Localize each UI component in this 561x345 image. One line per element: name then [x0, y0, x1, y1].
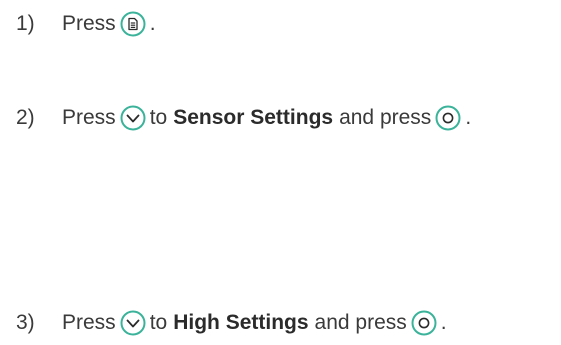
- step-text: Press to Sensor Settings and press .: [62, 105, 471, 131]
- target-setting: Sensor Settings: [173, 106, 334, 129]
- press-word: Press: [62, 311, 116, 334]
- step-1: 1) Press .: [16, 9, 156, 39]
- and-press-text: and press: [339, 106, 432, 129]
- step-number: 3): [16, 311, 35, 334]
- ok-button-icon: [435, 105, 461, 131]
- down-arrow-button-icon: [120, 105, 146, 131]
- step-number: 2): [16, 106, 35, 129]
- down-arrow-button-icon: [120, 310, 146, 336]
- to-word: to: [149, 311, 168, 334]
- ok-button-icon: [411, 310, 437, 336]
- and-press-text: and press: [314, 311, 407, 334]
- step-3: 3) Press to High Settings and press .: [16, 308, 447, 338]
- period: .: [440, 311, 447, 334]
- to-word: to: [149, 106, 168, 129]
- menu-button-icon: [120, 11, 146, 37]
- step-text: Press .: [62, 11, 156, 37]
- step-text: Press to High Settings and press .: [62, 310, 447, 336]
- period: .: [149, 12, 156, 35]
- step-2: 2) Press to Sensor Settings and press .: [16, 103, 471, 133]
- press-word: Press: [62, 106, 116, 129]
- press-word: Press: [62, 12, 116, 35]
- period: .: [465, 106, 472, 129]
- target-setting: High Settings: [173, 311, 309, 334]
- step-number: 1): [16, 12, 35, 35]
